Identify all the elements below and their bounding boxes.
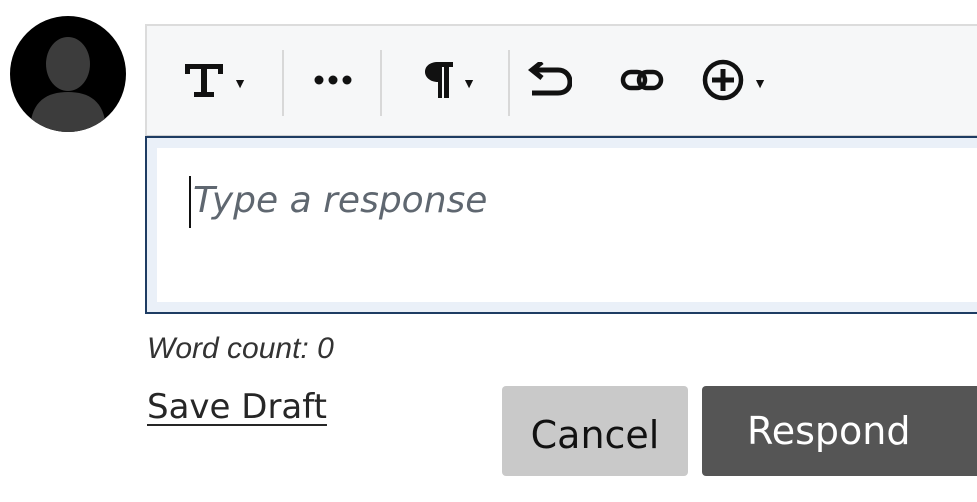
chevron-down-icon: ▼ [462,75,476,91]
text-style-icon [185,64,224,97]
toolbar-divider [380,50,382,116]
link-icon [620,69,664,91]
more-options-button[interactable] [305,52,361,108]
text-format-button[interactable]: ▼ [175,52,255,108]
chevron-down-icon: ▼ [753,75,767,91]
word-count: Word count: 0 [147,332,334,365]
user-silhouette-icon [30,37,106,132]
cancel-button[interactable]: Cancel [502,386,688,476]
undo-button[interactable] [523,52,577,108]
response-textarea[interactable]: Type a response [157,148,977,302]
response-textarea-frame: Type a response [145,136,977,314]
avatar [10,16,126,132]
save-draft-link[interactable]: Save Draft [147,387,327,427]
response-placeholder: Type a response [193,180,488,221]
ellipsis-icon [314,75,352,85]
undo-icon [528,62,572,96]
text-cursor [189,176,191,228]
chevron-down-icon: ▼ [233,75,247,91]
editor-toolbar: ▼ ▼ ▼ [145,24,977,136]
plus-circle-icon [702,59,744,101]
insert-content-button[interactable]: ▼ [691,52,777,108]
toolbar-divider [508,50,510,116]
response-editor: ▼ ▼ ▼ Type a response [145,24,977,314]
paragraph-format-button[interactable]: ▼ [409,52,491,108]
respond-button[interactable]: Respond [702,386,977,476]
toolbar-divider [282,50,284,116]
pilcrow-icon [425,62,454,98]
insert-link-button[interactable] [615,52,669,108]
